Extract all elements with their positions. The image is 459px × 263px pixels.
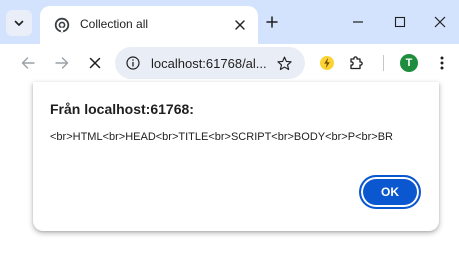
- close-icon: [235, 20, 245, 30]
- maximize-icon: [394, 16, 406, 28]
- ok-button[interactable]: OK: [359, 175, 421, 209]
- extension-button[interactable]: [318, 54, 336, 72]
- tab-close-button[interactable]: [231, 16, 249, 34]
- stop-loading-button[interactable]: [85, 53, 105, 73]
- close-icon: [89, 57, 101, 69]
- star-icon: [276, 56, 292, 70]
- chevron-down-icon: [14, 20, 24, 26]
- info-icon: [126, 56, 140, 70]
- extensions-menu-button[interactable]: [347, 54, 365, 72]
- window-close-button[interactable]: [430, 12, 450, 32]
- new-tab-button[interactable]: [262, 12, 282, 32]
- minimize-button[interactable]: [348, 12, 368, 32]
- arrow-left-icon: [21, 57, 35, 69]
- bookmark-button[interactable]: [275, 54, 293, 72]
- plus-icon: [266, 16, 278, 28]
- back-button[interactable]: [18, 53, 38, 73]
- profile-avatar[interactable]: T: [400, 54, 418, 72]
- puzzle-icon: [350, 56, 363, 70]
- dialog-title: Från localhost:61768:: [50, 101, 194, 117]
- alert-dialog: Från localhost:61768: <br>HTML<br>HEAD<b…: [33, 82, 439, 231]
- browser-menu-button[interactable]: [436, 54, 448, 72]
- minimize-icon: [353, 21, 363, 23]
- toolbar-divider: [383, 55, 384, 71]
- close-icon: [434, 16, 446, 28]
- tab-strip: Collection all: [0, 0, 459, 44]
- tab-search-button[interactable]: [6, 10, 32, 36]
- maximize-button[interactable]: [390, 12, 410, 32]
- forward-button[interactable]: [52, 53, 72, 73]
- dialog-message: <br>HTML<br>HEAD<br>TITLE<br>SCRIPT<br>B…: [50, 131, 393, 143]
- tab-title: Collection all: [80, 17, 149, 31]
- kebab-menu-icon: [440, 56, 444, 70]
- site-info-button[interactable]: [124, 54, 142, 72]
- toolbar: localhost:61768/al... T: [0, 44, 459, 82]
- collection-favicon-icon: [54, 17, 70, 33]
- arrow-right-icon: [55, 57, 69, 69]
- bolt-icon: [320, 56, 334, 70]
- address-bar[interactable]: localhost:61768/al...: [115, 47, 305, 79]
- tab-active[interactable]: Collection all: [40, 6, 258, 44]
- url-text[interactable]: localhost:61768/al...: [151, 56, 267, 71]
